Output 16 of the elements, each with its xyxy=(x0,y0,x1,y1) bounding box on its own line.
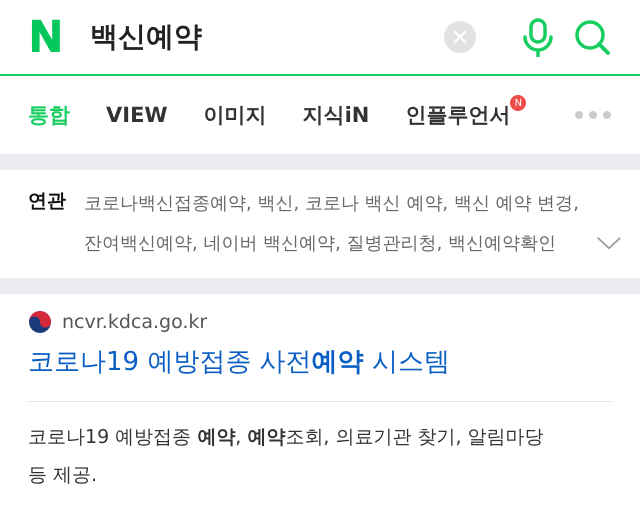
close-icon xyxy=(453,30,467,44)
related-label: 연관 xyxy=(28,189,66,214)
clear-button[interactable] xyxy=(444,21,476,53)
new-badge: N xyxy=(510,95,526,111)
result-description: 코로나19 예방접종 예약, 예약조회, 의료기관 찾기, 알림마당 등 제공. xyxy=(28,425,545,488)
search-field[interactable]: 백신예약 xyxy=(90,18,444,56)
result-title-link[interactable]: 코로나19 예방접종 사전예약 시스템 xyxy=(28,344,612,379)
tab[interactable]: 인플루언서 xyxy=(405,101,510,129)
tab[interactable]: VIEW xyxy=(106,103,168,127)
related-keywords[interactable]: 코로나백신접종예약, 백신, 코로나 백신 예약, 백신 예약 변경, 잔여백신예약, 네이버 백신예약, 질병관리청, 백신예약확인 xyxy=(84,184,620,264)
tab[interactable]: 지식iN xyxy=(302,101,370,129)
more-icon[interactable] xyxy=(574,110,612,120)
site-url[interactable]: ncvr.kdca.go.kr xyxy=(62,311,208,333)
chevron-down-icon[interactable] xyxy=(596,234,622,252)
emblem-icon xyxy=(28,310,52,334)
tab[interactable]: 이미지 xyxy=(204,101,267,129)
